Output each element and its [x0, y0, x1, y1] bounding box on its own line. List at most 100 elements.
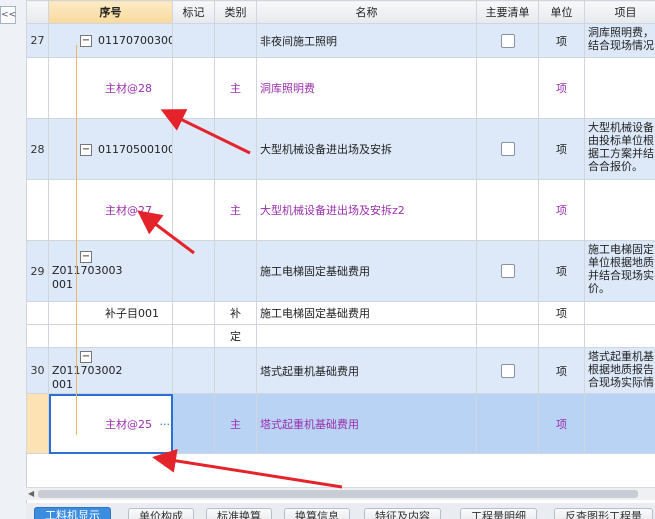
- unit-cell[interactable]: 项: [538, 393, 585, 454]
- header-category[interactable]: 类别: [214, 0, 257, 24]
- table-row[interactable]: 28 −011705001002 大型机械设备进出场及安拆 项 大型机械设备由投…: [26, 118, 655, 180]
- table-row-selected[interactable]: 主材@25 ··· 主 塔式起重机基础费用 项: [26, 393, 655, 454]
- seq-cell-editing[interactable]: 主材@25 ···: [48, 393, 173, 454]
- name-cell[interactable]: 洞库照明费: [256, 57, 477, 119]
- category-cell[interactable]: 主: [214, 179, 257, 241]
- header-name[interactable]: 名称: [256, 0, 477, 24]
- main-list-checkbox[interactable]: [500, 33, 515, 48]
- seq-cell[interactable]: −011705001002: [48, 118, 173, 180]
- category-cell[interactable]: 主: [214, 393, 257, 454]
- item-desc-cell[interactable]: [584, 393, 655, 454]
- name-cell[interactable]: 大型机械设备进出场及安拆: [256, 118, 477, 180]
- collapse-icon[interactable]: −: [80, 143, 92, 156]
- category-cell[interactable]: 补: [214, 301, 257, 325]
- main-list-checkbox[interactable]: [500, 264, 515, 278]
- table-row[interactable]: 主材@28 主 洞库照明费 项: [26, 57, 655, 119]
- main-list-cell[interactable]: [476, 347, 539, 394]
- unit-cell[interactable]: 项: [538, 301, 585, 325]
- header-unit[interactable]: 单位: [538, 0, 585, 24]
- seq-cell[interactable]: −Z011703002001: [48, 347, 173, 394]
- collapse-sidebar-button[interactable]: <<: [0, 6, 16, 24]
- main-list-cell[interactable]: [476, 118, 539, 180]
- category-cell[interactable]: [214, 23, 257, 58]
- mark-cell[interactable]: [172, 324, 215, 348]
- header-mark[interactable]: 标记: [172, 0, 215, 24]
- unit-cell[interactable]: 项: [538, 57, 585, 119]
- main-list-cell[interactable]: [476, 324, 539, 348]
- table-row[interactable]: 定: [26, 324, 655, 348]
- row-number: 30: [26, 347, 49, 394]
- tab-quantity-detail[interactable]: 工程量明细: [460, 508, 537, 519]
- header-item[interactable]: 项目: [584, 0, 655, 24]
- tab-standard-conversion[interactable]: 标准换算: [206, 508, 272, 519]
- header-seq[interactable]: 序号: [48, 0, 173, 24]
- mark-cell[interactable]: [172, 240, 215, 302]
- mark-cell[interactable]: [172, 301, 215, 325]
- tab-reverse-lookup[interactable]: 反查图形工程量: [554, 508, 653, 519]
- name-cell[interactable]: 非夜间施工照明: [256, 23, 477, 58]
- item-desc-cell[interactable]: 大型机械设备由投标单位根据工方案并结合合报价。: [584, 118, 655, 180]
- seq-cell[interactable]: −Z011703003001: [48, 240, 173, 302]
- table-row[interactable]: 主材@27 主 大型机械设备进出场及安拆z2 项: [26, 179, 655, 241]
- category-cell[interactable]: 主: [214, 57, 257, 119]
- item-desc-cell[interactable]: [584, 179, 655, 241]
- collapse-icon[interactable]: −: [80, 35, 92, 47]
- main-list-checkbox[interactable]: [500, 142, 515, 156]
- item-desc-cell[interactable]: 塔式起重机基根据地质报告合现场实际情: [584, 347, 655, 394]
- unit-cell[interactable]: 项: [538, 240, 585, 302]
- more-options-button[interactable]: ···: [160, 418, 171, 431]
- name-cell[interactable]: 大型机械设备进出场及安拆z2: [256, 179, 477, 241]
- scrollbar-thumb[interactable]: [38, 490, 638, 498]
- item-desc-cell[interactable]: [584, 301, 655, 325]
- table-row[interactable]: 补子目001 补 施工电梯固定基础费用 项: [26, 301, 655, 325]
- tab-features[interactable]: 特征及内容: [364, 508, 441, 519]
- main-list-cell[interactable]: [476, 393, 539, 454]
- category-cell[interactable]: [214, 347, 257, 394]
- mark-cell[interactable]: [172, 179, 215, 241]
- horizontal-scrollbar[interactable]: ◀: [26, 487, 655, 500]
- name-cell[interactable]: 塔式起重机基础费用: [256, 393, 477, 454]
- main-list-cell[interactable]: [476, 240, 539, 302]
- table-row[interactable]: 29 −Z011703003001 施工电梯固定基础费用 项 施工电梯固定单位根…: [26, 240, 655, 302]
- main-list-cell[interactable]: [476, 23, 539, 58]
- name-cell[interactable]: 施工电梯固定基础费用: [256, 301, 477, 325]
- mark-cell[interactable]: [172, 23, 215, 58]
- main-list-cell[interactable]: [476, 179, 539, 241]
- mark-cell[interactable]: [172, 347, 215, 394]
- seq-cell[interactable]: 主材@27: [48, 179, 173, 241]
- mark-cell[interactable]: [172, 393, 215, 454]
- main-list-cell[interactable]: [476, 301, 539, 325]
- category-cell[interactable]: [214, 118, 257, 180]
- unit-cell[interactable]: 项: [538, 23, 585, 58]
- seq-cell[interactable]: −011707003001: [48, 23, 173, 58]
- collapse-icon[interactable]: −: [80, 350, 92, 363]
- unit-cell[interactable]: 项: [538, 118, 585, 180]
- seq-cell[interactable]: 补子目001: [48, 301, 173, 325]
- name-cell[interactable]: 塔式起重机基础费用: [256, 347, 477, 394]
- name-cell[interactable]: 施工电梯固定基础费用: [256, 240, 477, 302]
- category-cell[interactable]: [214, 240, 257, 302]
- collapse-icon[interactable]: −: [80, 251, 92, 263]
- table-row[interactable]: 27 −011707003001 非夜间施工照明 项 洞库照明费，结合现场情况: [26, 23, 655, 58]
- main-list-cell[interactable]: [476, 57, 539, 119]
- mark-cell[interactable]: [172, 118, 215, 180]
- table-row[interactable]: 30 −Z011703002001 塔式起重机基础费用 项 塔式起重机基根据地质…: [26, 347, 655, 394]
- tab-materials[interactable]: 工料机显示: [34, 507, 111, 519]
- seq-cell[interactable]: [48, 324, 173, 348]
- tab-conversion-info[interactable]: 换算信息: [284, 508, 350, 519]
- unit-cell[interactable]: 项: [538, 347, 585, 394]
- main-list-checkbox[interactable]: [500, 363, 515, 378]
- category-cell[interactable]: 定: [214, 324, 257, 348]
- unit-cell[interactable]: 项: [538, 179, 585, 241]
- unit-cell[interactable]: [538, 324, 585, 348]
- scroll-left-icon[interactable]: ◀: [28, 489, 34, 498]
- item-desc-cell[interactable]: [584, 57, 655, 119]
- header-main-list[interactable]: 主要清单: [476, 0, 539, 24]
- item-desc-cell[interactable]: 洞库照明费，结合现场情况: [584, 23, 655, 58]
- mark-cell[interactable]: [172, 57, 215, 119]
- name-cell[interactable]: [256, 324, 477, 348]
- item-desc-cell[interactable]: 施工电梯固定单位根据地质并结合现场实价。: [584, 240, 655, 302]
- seq-cell[interactable]: 主材@28: [48, 57, 173, 119]
- item-desc-cell[interactable]: [584, 324, 655, 348]
- tab-unit-price[interactable]: 单价构成: [128, 508, 194, 519]
